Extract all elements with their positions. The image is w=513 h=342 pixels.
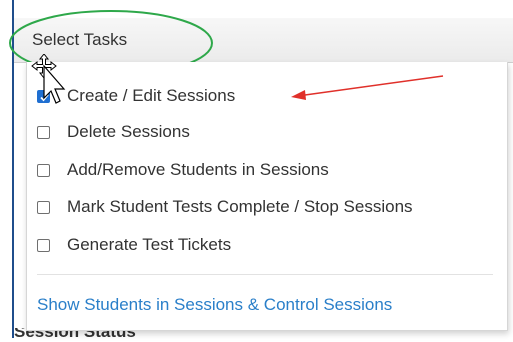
task-label: Create / Edit Sessions — [67, 86, 236, 105]
task-add-remove-students[interactable]: Add/Remove Students in Sessions — [37, 160, 507, 184]
task-mark-complete-stop[interactable]: Mark Student Tests Complete / Stop Sessi… — [37, 197, 507, 221]
checkmark-icon — [40, 93, 49, 102]
task-create-edit-sessions[interactable]: Create / Edit Sessions — [37, 86, 507, 110]
task-label: Generate Test Tickets — [67, 235, 232, 254]
task-label: Mark Student Tests Complete / Stop Sessi… — [67, 197, 413, 216]
dropdown-divider — [37, 274, 493, 275]
task-delete-sessions[interactable]: Delete Sessions — [37, 122, 507, 146]
select-tasks-label: Select Tasks — [32, 30, 128, 49]
task-checkbox[interactable] — [37, 164, 50, 177]
task-generate-test-tickets[interactable]: Generate Test Tickets — [37, 235, 507, 259]
task-label: Delete Sessions — [67, 122, 190, 141]
select-tasks-dropdown[interactable]: Select Tasks — [14, 18, 513, 63]
show-students-control-sessions-link[interactable]: Show Students in Sessions & Control Sess… — [37, 295, 392, 315]
task-label: Add/Remove Students in Sessions — [67, 160, 329, 179]
task-checkbox[interactable] — [37, 201, 50, 214]
tasks-dropdown-panel: Create / Edit Sessions Delete Sessions A… — [26, 62, 508, 331]
task-checkbox[interactable] — [37, 239, 50, 252]
task-checkbox[interactable] — [37, 126, 50, 139]
task-checkbox-checked[interactable] — [37, 90, 50, 103]
